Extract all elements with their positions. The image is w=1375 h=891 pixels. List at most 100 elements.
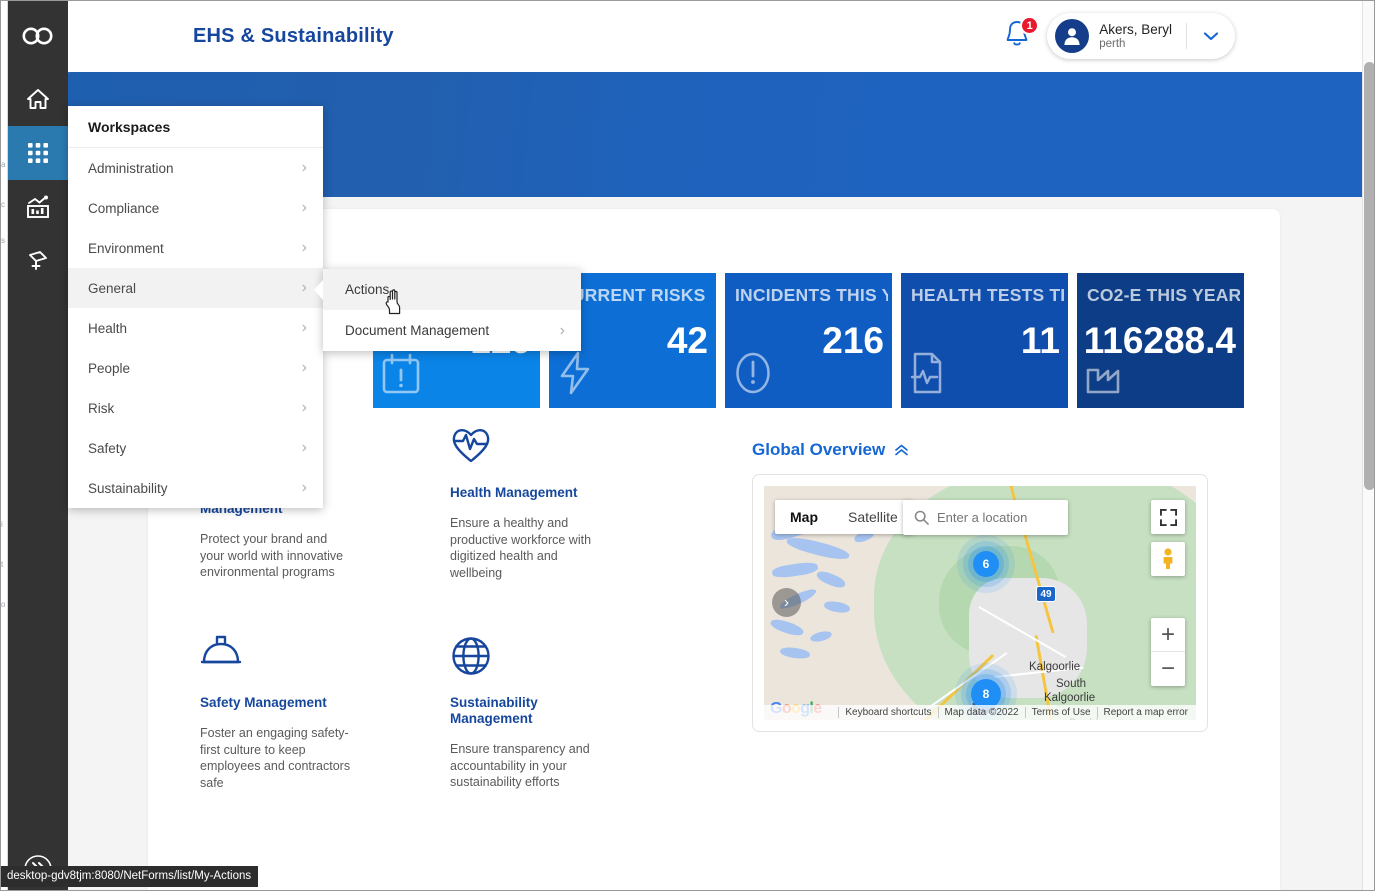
- factory-icon: [1085, 359, 1127, 400]
- chevron-right-icon: ›: [301, 159, 307, 176]
- page-left-edge-strip: a c s i t o: [0, 0, 8, 891]
- workspace-item-sustainability[interactable]: Sustainability ›: [68, 468, 323, 508]
- workspace-item-health[interactable]: Health ›: [68, 308, 323, 348]
- chevron-up-double-icon[interactable]: [894, 444, 909, 456]
- map-attribution-bar: Keyboard shortcuts Map data ©2022 Terms …: [764, 705, 1196, 720]
- feature-row-2: Safety Management Foster an engaging saf…: [200, 635, 700, 791]
- scrollbar-thumb[interactable]: [1364, 62, 1375, 490]
- feature-description: Ensure a healthy and productive workforc…: [450, 516, 592, 580]
- feature-title: Safety Management: [200, 695, 327, 710]
- map-type-map-button[interactable]: Map: [775, 500, 833, 534]
- cluster-count: 6: [982, 557, 990, 571]
- map-label-south: South: [1056, 678, 1087, 690]
- map-terms-of-use-link[interactable]: Terms of Use: [1024, 707, 1097, 718]
- lightning-icon: [557, 351, 593, 400]
- map-label-south-kalgoorlie: Kalgoorlie: [1044, 692, 1096, 704]
- rail-item-analytics[interactable]: [8, 180, 68, 234]
- page-vertical-scrollbar[interactable]: [1362, 0, 1375, 891]
- workspace-item-safety[interactable]: Safety ›: [68, 428, 323, 468]
- rail-item-home[interactable]: [8, 72, 68, 126]
- submenu-item-document-management[interactable]: Document Management ›: [323, 310, 581, 351]
- map-shield-label: 49: [1040, 588, 1052, 600]
- kpi-title: CURRENT RISKS: [559, 285, 706, 305]
- workspace-item-environment[interactable]: Environment ›: [68, 228, 323, 268]
- calendar-alert-icon: [381, 353, 421, 400]
- chevron-right-icon: ›: [301, 479, 307, 496]
- user-menu[interactable]: Akers, Beryl perth: [1047, 13, 1235, 59]
- app-logo[interactable]: [8, 0, 68, 72]
- page-title: EHS & Sustainability: [193, 24, 394, 47]
- workspace-item-risk[interactable]: Risk ›: [68, 388, 323, 428]
- map-label-kalgoorlie: Kalgoorlie: [1029, 661, 1081, 673]
- street-view-pegman-icon: [1163, 548, 1173, 569]
- globe-icon: [450, 635, 700, 681]
- workspace-item-general[interactable]: General ›: [68, 268, 323, 308]
- notifications-button[interactable]: 1: [1003, 16, 1040, 53]
- user-menu-divider: [1186, 23, 1187, 49]
- submenu-item-actions[interactable]: Actions: [323, 269, 581, 310]
- workspace-item-label: General: [88, 280, 137, 296]
- map-search-input[interactable]: [937, 510, 1057, 525]
- workspace-item-label: People: [88, 360, 131, 376]
- top-bar-actions: 1 Akers, Beryl perth: [1003, 13, 1375, 59]
- workspace-item-administration[interactable]: Administration ›: [68, 148, 323, 188]
- kpi-title: HEALTH TESTS THIS YEAR: [911, 285, 1064, 305]
- map-cluster-marker-6[interactable]: 6: [973, 551, 999, 577]
- map-zoom-in-button[interactable]: +: [1151, 618, 1185, 652]
- chevron-down-icon[interactable]: [1201, 29, 1221, 43]
- feature-card-health-management[interactable]: Health Management Ensure a healthy and p…: [450, 425, 700, 581]
- map-type-satellite-button[interactable]: Satellite: [833, 500, 913, 534]
- google-map[interactable]: Kalgoorlie South Kalgoorlie Boulder Bind…: [764, 486, 1196, 720]
- map-zoom-controls: + −: [1151, 618, 1185, 686]
- workspace-item-compliance[interactable]: Compliance ›: [68, 188, 323, 228]
- grid-icon: [28, 143, 48, 163]
- submenu-item-label: Document Management: [345, 323, 490, 338]
- notification-badge: 1: [1020, 16, 1040, 35]
- map-street-view-button[interactable]: [1151, 542, 1185, 576]
- global-overview-header[interactable]: Global Overview: [752, 440, 1208, 460]
- heart-pulse-icon: [450, 425, 700, 471]
- exclamation-circle-icon: [733, 351, 773, 400]
- avatar: [1055, 19, 1090, 53]
- kpi-card-co2e-this-year[interactable]: CO2-E THIS YEAR 116288.4: [1077, 273, 1244, 408]
- feature-description: Ensure transparency and accountability i…: [450, 742, 590, 789]
- workspace-item-label: Safety: [88, 440, 127, 456]
- chevron-right-icon: ›: [301, 239, 307, 256]
- chevron-right-icon: ›: [301, 279, 307, 296]
- global-overview-title: Global Overview: [752, 440, 886, 459]
- search-icon: [914, 510, 929, 525]
- hard-hat-icon: [200, 635, 450, 681]
- chart-icon: [27, 195, 49, 218]
- rail-item-learning[interactable]: [8, 234, 68, 288]
- feature-card-sustainability-management[interactable]: Sustainability Management Ensure transpa…: [450, 635, 700, 791]
- kpi-value: 216: [822, 320, 884, 361]
- map-keyboard-shortcuts-link[interactable]: Keyboard shortcuts: [838, 707, 937, 718]
- map-zoom-out-button[interactable]: −: [1151, 652, 1185, 686]
- feature-card-safety-management[interactable]: Safety Management Foster an engaging saf…: [200, 635, 450, 791]
- feature-description: Protect your brand and your world with i…: [200, 532, 344, 579]
- map-search-box[interactable]: [903, 500, 1068, 535]
- submenu-item-label: Actions: [345, 282, 390, 297]
- kpi-card-incidents-this-year[interactable]: INCIDENTS THIS YEAR 216: [725, 273, 892, 408]
- map-fullscreen-button[interactable]: [1151, 500, 1185, 534]
- chevron-right-icon: ›: [301, 439, 307, 456]
- workspace-item-label: Environment: [88, 240, 164, 256]
- map-report-error-link[interactable]: Report a map error: [1096, 707, 1194, 718]
- fullscreen-icon: [1159, 508, 1177, 526]
- map-pan-right-button[interactable]: ›: [772, 588, 801, 617]
- rail-item-workspaces[interactable]: [8, 126, 80, 180]
- kpi-value: 116288.4: [1083, 320, 1236, 361]
- left-icon-rail: [8, 0, 80, 891]
- kpi-card-health-tests-this-year[interactable]: HEALTH TESTS THIS YEAR 11: [901, 273, 1068, 408]
- workspace-item-people[interactable]: People ›: [68, 348, 323, 388]
- book-icon: [29, 251, 47, 270]
- kpi-value: 11: [1020, 320, 1060, 361]
- cluster-count: 8: [982, 687, 990, 701]
- general-submenu: Actions Document Management ›: [314, 269, 581, 351]
- chevron-right-icon: ›: [301, 199, 307, 216]
- workspace-item-label: Health: [88, 320, 128, 336]
- workspaces-flyout-menu: Workspaces Administration › Compliance ›…: [68, 106, 323, 508]
- chevron-right-icon: ›: [301, 319, 307, 336]
- user-name: Akers, Beryl: [1099, 21, 1172, 37]
- status-bar-url: desktop-gdv8tjm:8080/NetForms/list/My-Ac…: [0, 866, 259, 887]
